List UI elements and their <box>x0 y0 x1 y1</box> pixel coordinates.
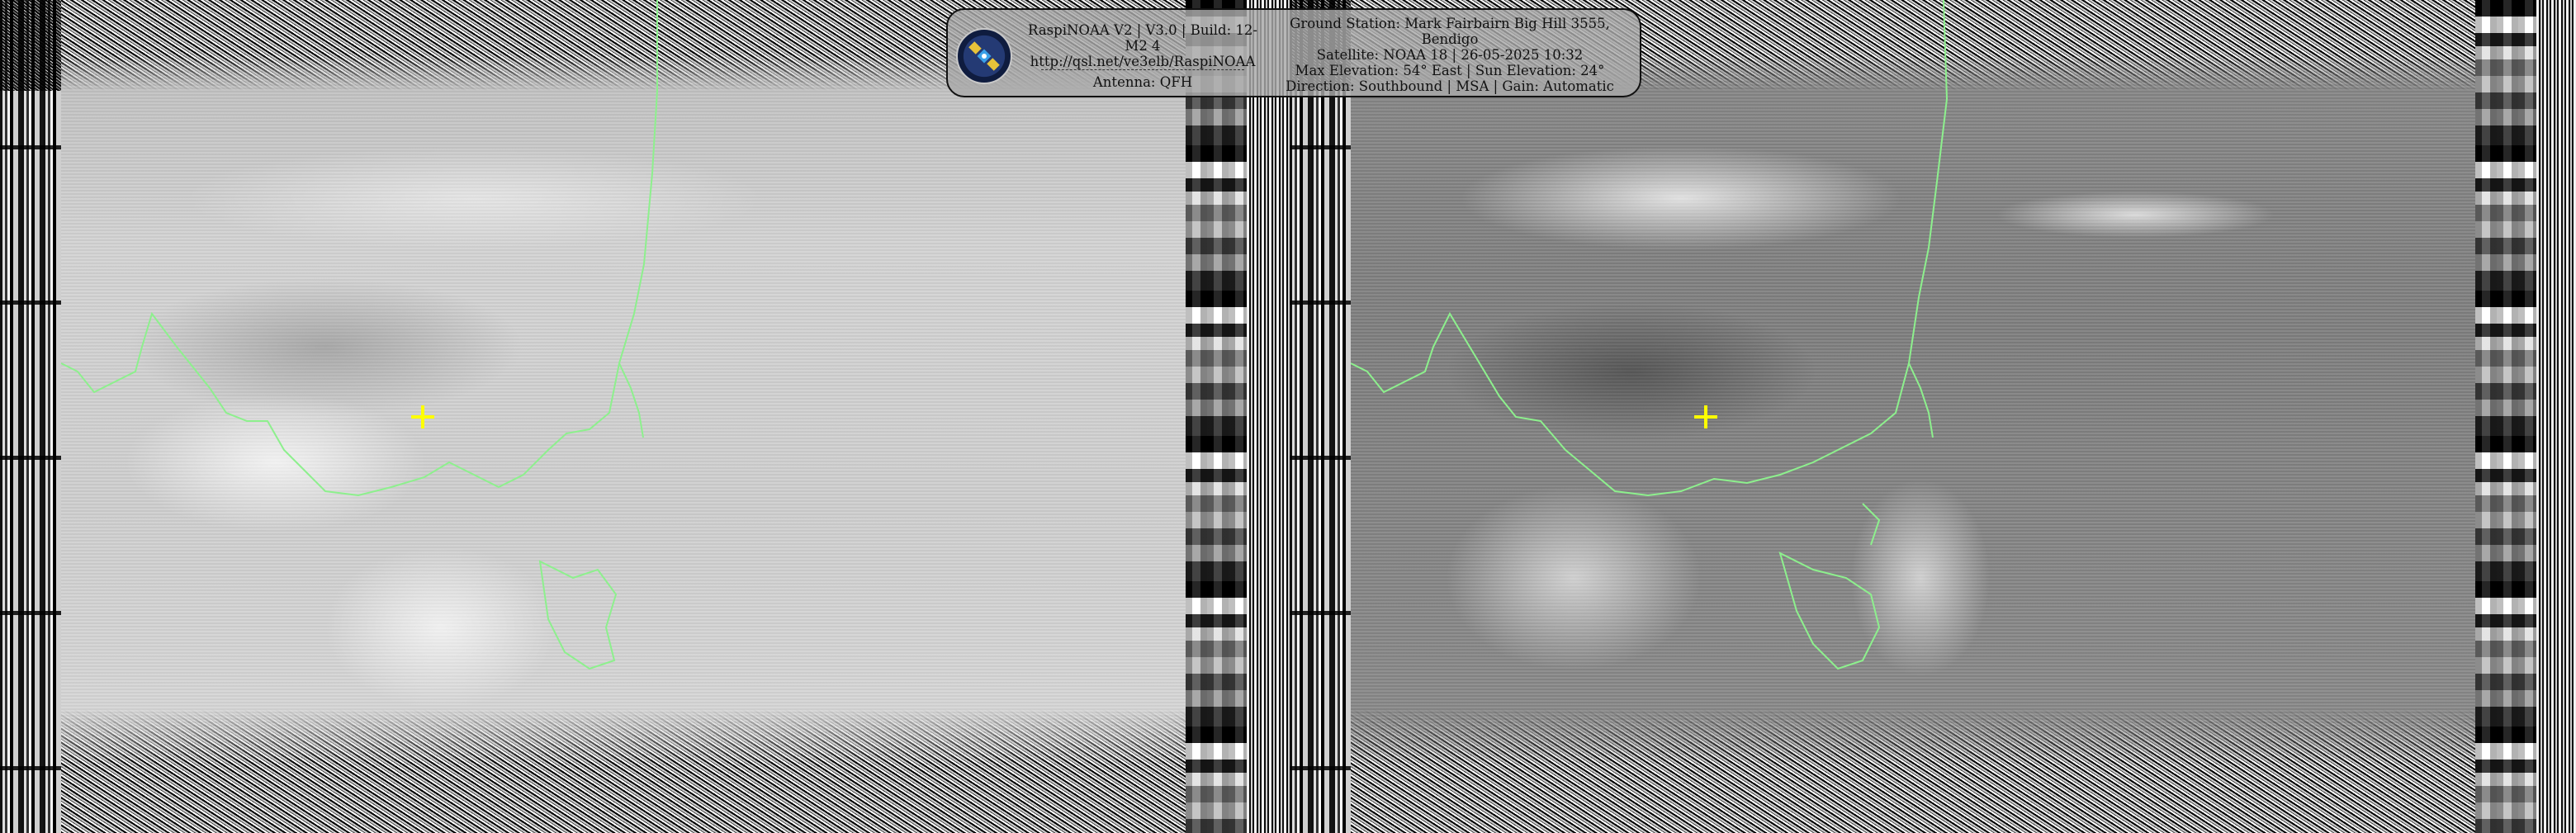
antenna-text: Antenna: QFH <box>1092 74 1193 90</box>
elevation-text: Max Elevation: 54° East | Sun Elevation:… <box>1295 63 1605 78</box>
left-tasmania <box>538 560 618 670</box>
center-sync-gap <box>1247 0 1290 833</box>
direction-text: Direction: Southbound | MSA | Gain: Auto… <box>1286 78 1614 94</box>
right-edge-stripes <box>2536 0 2576 833</box>
app-version-text: RaspiNOAA V2 | V3.0 | Build: 12-M2 4 <box>1028 22 1257 54</box>
right-coastline-east <box>1908 362 1934 438</box>
pass-info-box: RaspiNOAA V2 | V3.0 | Build: 12-M2 4 htt… <box>946 8 1641 97</box>
software-info: RaspiNOAA V2 | V3.0 | Build: 12-M2 4 htt… <box>1019 10 1267 90</box>
satellite-icon <box>956 28 1012 84</box>
left-sync-bar <box>0 0 61 833</box>
left-map-overlay <box>61 0 658 670</box>
project-url-text: http://qsl.net/ve3elb/RaspiNOAA <box>1030 54 1256 69</box>
pass-details: Ground Station: Mark Fairbairn Big Hill … <box>1267 10 1640 94</box>
ground-station-text: Ground Station: Mark Fairbairn Big Hill … <box>1290 16 1610 47</box>
right-channel-image <box>1351 0 2475 833</box>
left-coastline <box>61 0 658 497</box>
left-telemetry-bar <box>1186 0 1247 833</box>
left-station-marker <box>411 405 434 428</box>
right-station-marker <box>1694 405 1717 428</box>
left-coastline-east <box>618 362 644 438</box>
satellite-text: Satellite: NOAA 18 | 26-05-2025 10:32 <box>1316 47 1584 63</box>
right-coast-south <box>1862 503 1881 546</box>
right-sync-bar <box>1290 0 1351 833</box>
right-map-overlay <box>1351 0 1949 670</box>
right-tasmania <box>1778 551 1881 670</box>
left-channel-image <box>61 0 1186 833</box>
right-telemetry-bar <box>2475 0 2536 833</box>
